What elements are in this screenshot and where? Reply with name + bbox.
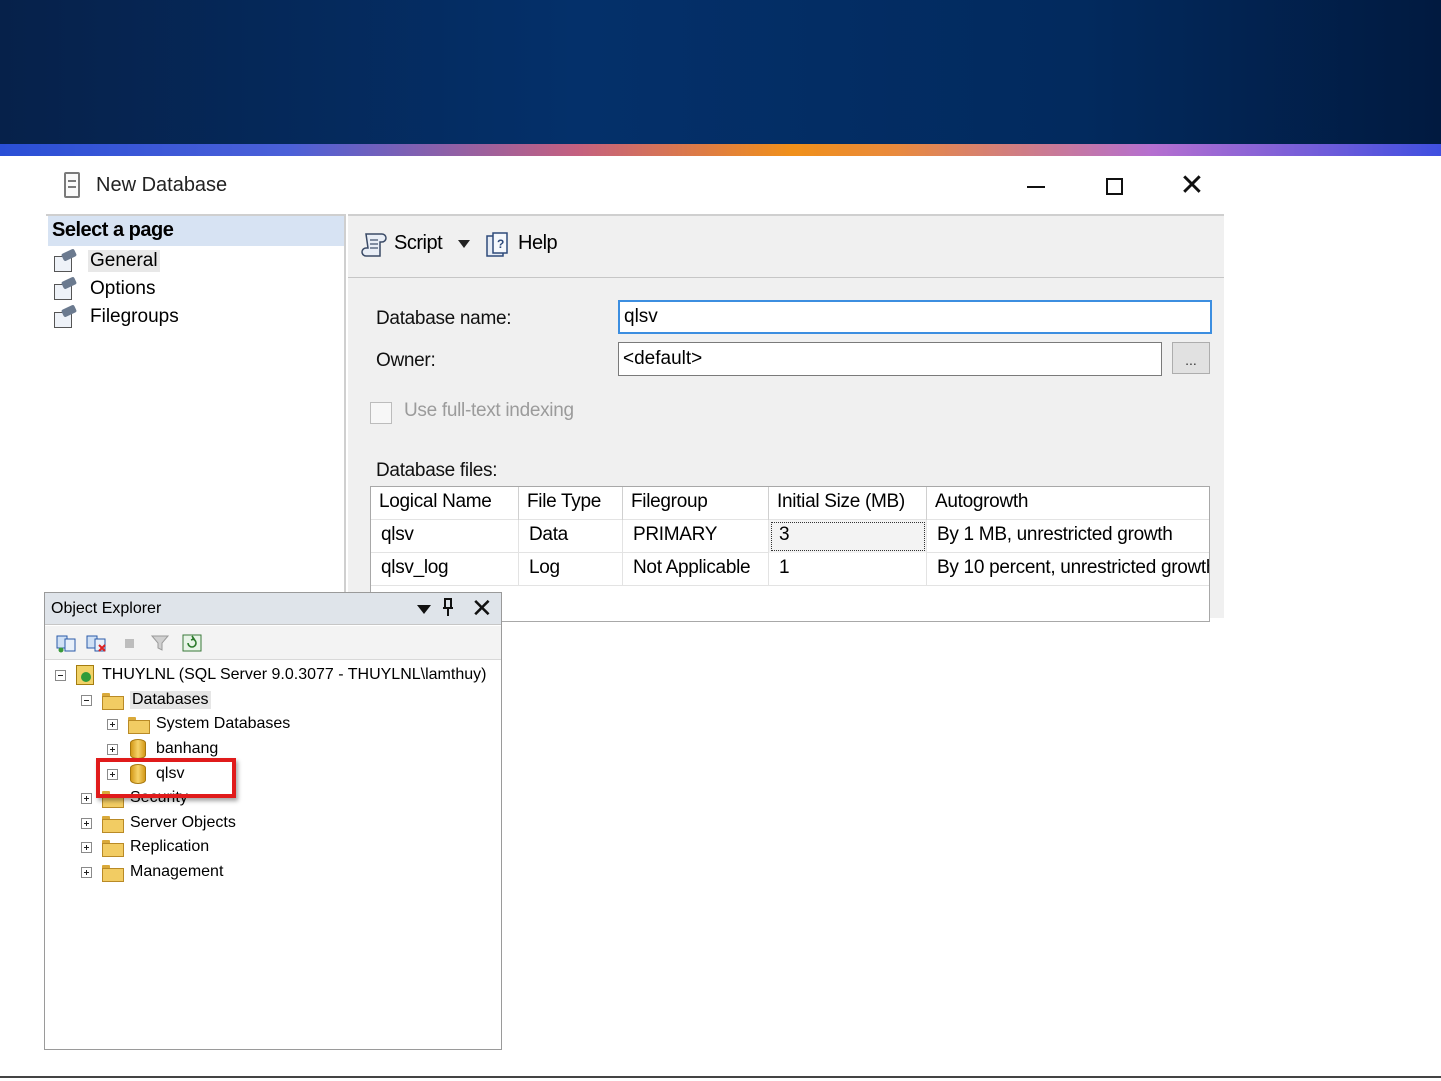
table-row[interactable]: qlsv Data PRIMARY 3 By 1 MB, unrestricte…: [371, 520, 1209, 553]
tree-node-label: Databases: [130, 691, 211, 709]
folder-icon: [102, 864, 124, 882]
tree-node-label: Server Objects: [130, 814, 236, 831]
database-name-label: Database name:: [376, 308, 512, 329]
new-database-dialog: New Database ✕ Select a page General Opt…: [46, 160, 1224, 622]
database-files-label: Database files:: [376, 460, 498, 481]
page-item-label: General: [88, 250, 160, 272]
table-row[interactable]: qlsv_log Log Not Applicable 1 By 10 perc…: [371, 553, 1209, 586]
dialog-title: New Database: [96, 174, 228, 196]
tree-node-replication[interactable]: Replication: [81, 835, 209, 859]
tree-node-server[interactable]: THUYLNL (SQL Server 9.0.3077 - THUYLNL\l…: [55, 663, 486, 687]
cell-autogrowth[interactable]: By 10 percent, unrestricted growth: [927, 553, 1209, 586]
cell-logical-name[interactable]: qlsv: [371, 520, 519, 553]
column-header[interactable]: Logical Name: [371, 487, 519, 520]
cell-file-type[interactable]: Data: [519, 520, 623, 553]
dialog-toolbar: Script ? Help: [348, 216, 1224, 278]
object-explorer-title: Object Explorer: [51, 600, 162, 617]
expand-icon[interactable]: [81, 866, 92, 878]
browse-owner-button[interactable]: ...: [1172, 342, 1210, 374]
tree-node-label: banhang: [156, 740, 219, 757]
page-item-label: Filegroups: [90, 306, 179, 327]
tree-node-server-objects[interactable]: Server Objects: [81, 811, 236, 835]
qlsv-highlight-annotation: [96, 758, 236, 798]
cell-initial-size[interactable]: 1: [769, 553, 927, 586]
database-name-input[interactable]: [618, 300, 1212, 334]
disconnect-icon[interactable]: [85, 633, 107, 653]
owner-label: Owner:: [376, 350, 436, 371]
expand-icon[interactable]: [107, 718, 118, 730]
slide-bottom-rule: [0, 1076, 1441, 1078]
page-settings-icon: [52, 250, 78, 272]
database-doc-icon: [64, 172, 80, 198]
tree-node-label: THUYLNL (SQL Server 9.0.3077 - THUYLNL\l…: [102, 666, 487, 683]
folder-icon: [102, 692, 124, 710]
close-button[interactable]: ✕: [1172, 168, 1212, 204]
tree-node-label: System Databases: [156, 715, 291, 732]
expand-icon[interactable]: [81, 792, 92, 804]
object-explorer-header: Object Explorer ✕: [45, 593, 501, 625]
help-button[interactable]: Help: [518, 232, 558, 255]
page-item-options[interactable]: Options: [52, 276, 157, 302]
expand-icon[interactable]: [81, 817, 92, 829]
cell-filegroup[interactable]: PRIMARY: [623, 520, 769, 553]
cell-logical-name[interactable]: qlsv_log: [371, 553, 519, 586]
column-header[interactable]: File Type: [519, 487, 623, 520]
maximize-button[interactable]: [1094, 168, 1134, 204]
help-icon[interactable]: ?: [482, 230, 512, 260]
expand-icon[interactable]: [81, 841, 92, 853]
fulltext-indexing-checkbox[interactable]: [370, 402, 392, 424]
dialog-titlebar: New Database ✕: [46, 160, 1224, 214]
object-explorer-toolbar: [45, 626, 501, 660]
grid-header-row: Logical Name File Type Filegroup Initial…: [371, 487, 1209, 520]
expand-icon[interactable]: [107, 743, 118, 755]
tree-node-label: Replication: [130, 838, 210, 855]
folder-icon: [102, 815, 124, 833]
page-settings-icon: [52, 306, 78, 328]
svg-text:?: ?: [497, 237, 504, 251]
script-button[interactable]: Script: [394, 232, 443, 255]
page-item-filegroups[interactable]: Filegroups: [52, 304, 181, 330]
tree-node-system-databases[interactable]: System Databases: [107, 712, 290, 736]
page-item-general[interactable]: General: [52, 248, 160, 274]
page-settings-icon: [52, 278, 78, 300]
select-page-pane: Select a page General Options Filegroups: [46, 214, 346, 618]
minimize-button[interactable]: [1016, 168, 1056, 204]
stop-icon: [125, 639, 134, 648]
pin-icon[interactable]: [441, 597, 455, 617]
database-icon: [130, 739, 146, 759]
cell-autogrowth[interactable]: By 1 MB, unrestricted growth: [927, 520, 1209, 553]
page-item-label: Options: [90, 278, 156, 299]
column-header[interactable]: Initial Size (MB): [769, 487, 927, 520]
fulltext-indexing-label: Use full-text indexing: [404, 400, 574, 421]
column-header[interactable]: Filegroup: [623, 487, 769, 520]
owner-input[interactable]: [618, 342, 1162, 376]
collapse-icon[interactable]: [81, 694, 92, 706]
column-header[interactable]: Autogrowth: [927, 487, 1209, 520]
select-page-header: Select a page: [48, 216, 344, 246]
maximize-icon: [1105, 178, 1123, 195]
folder-icon: [128, 716, 150, 734]
cell-filegroup[interactable]: Not Applicable: [623, 553, 769, 586]
folder-icon: [102, 839, 124, 857]
panel-menu-dropdown-icon[interactable]: [417, 605, 431, 614]
general-page-pane: Script ? Help Database name: Owner: ... …: [348, 214, 1224, 622]
slide-header-stripe: [0, 144, 1441, 156]
cell-initial-size[interactable]: 3: [769, 520, 927, 553]
object-explorer-close-button[interactable]: ✕: [471, 593, 493, 624]
minimize-icon: [1027, 186, 1045, 188]
filter-icon: [150, 635, 170, 651]
script-dropdown-icon[interactable]: [458, 240, 470, 248]
slide-header-banner: [0, 0, 1441, 144]
tree-node-management[interactable]: Management: [81, 860, 223, 884]
cell-file-type[interactable]: Log: [519, 553, 623, 586]
tree-node-databases[interactable]: Databases: [81, 688, 211, 712]
collapse-icon[interactable]: [55, 669, 66, 681]
tree-node-label: Management: [130, 863, 224, 880]
refresh-icon[interactable]: [181, 633, 203, 653]
script-icon[interactable]: [360, 230, 390, 260]
connect-icon[interactable]: [55, 633, 77, 653]
server-icon: [76, 665, 94, 685]
object-explorer-panel: Object Explorer ✕ THUYLNL (SQL Server 9.…: [44, 592, 502, 1050]
